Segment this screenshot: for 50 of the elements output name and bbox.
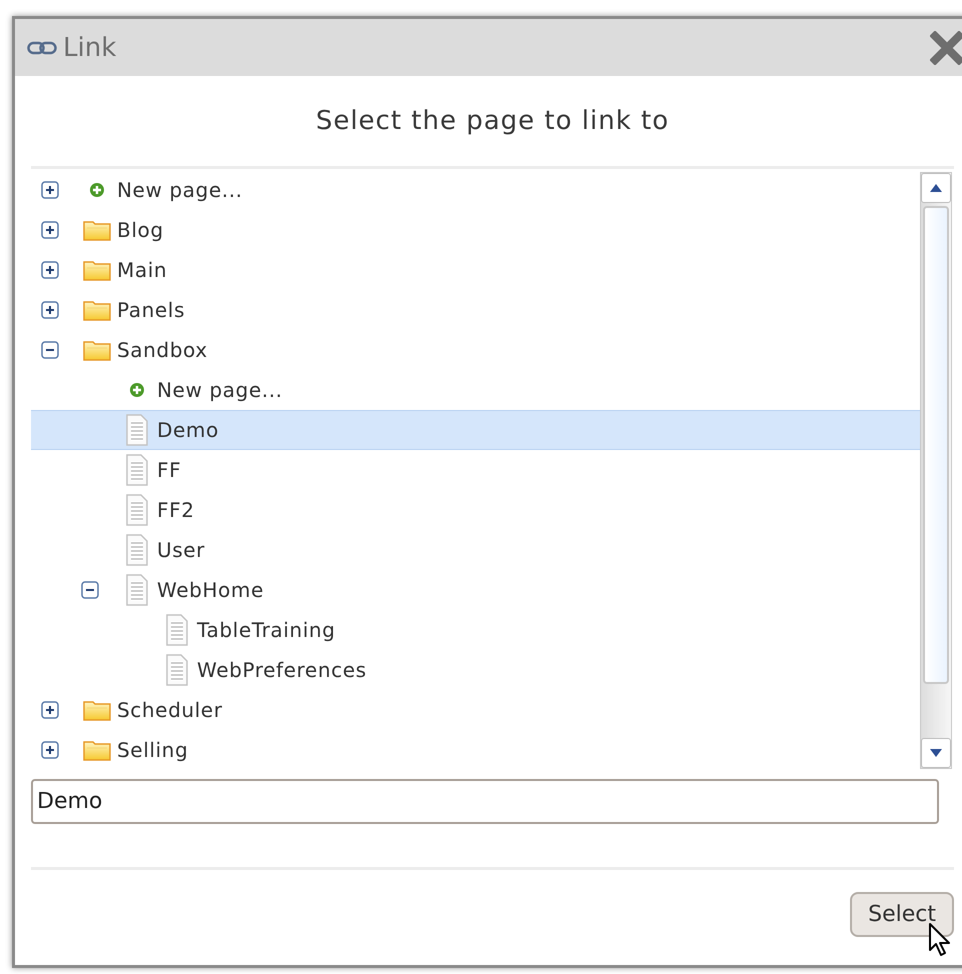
tree-item[interactable]: Main bbox=[31, 250, 920, 290]
scroll-up-button[interactable] bbox=[921, 173, 951, 203]
tree-item[interactable]: Panels bbox=[31, 290, 920, 330]
chain-link-icon bbox=[27, 40, 57, 54]
collapse-icon[interactable] bbox=[41, 341, 59, 359]
expand-icon[interactable] bbox=[41, 701, 59, 719]
folder-icon bbox=[83, 259, 111, 281]
folder-icon bbox=[83, 299, 111, 321]
add-page-icon bbox=[89, 182, 105, 198]
tree-item[interactable]: FF bbox=[31, 450, 920, 490]
document-icon bbox=[165, 654, 189, 686]
tree-item[interactable]: FF2 bbox=[31, 490, 920, 530]
page-name-field[interactable]: Demo bbox=[31, 779, 939, 824]
expand-icon[interactable] bbox=[41, 741, 59, 759]
collapse-icon[interactable] bbox=[81, 581, 99, 599]
mouse-pointer-icon bbox=[928, 922, 952, 958]
add-page-icon bbox=[129, 382, 145, 398]
tree-item[interactable]: Blog bbox=[31, 210, 920, 250]
dialog-heading: Select the page to link to bbox=[31, 76, 954, 169]
window-title: Link bbox=[63, 32, 116, 62]
select-button[interactable]: Select bbox=[850, 892, 954, 937]
folder-icon bbox=[83, 339, 111, 361]
folder-icon bbox=[83, 739, 111, 761]
document-icon bbox=[125, 534, 149, 566]
tree-item[interactable]: Sandbox bbox=[31, 330, 920, 370]
tree-item[interactable]: Scheduler bbox=[31, 690, 920, 730]
document-icon bbox=[125, 454, 149, 486]
tree-item[interactable]: WebPreferences bbox=[31, 650, 920, 690]
document-icon bbox=[125, 494, 149, 526]
tree-item[interactable]: New page... bbox=[31, 370, 920, 410]
tree-item[interactable]: User bbox=[31, 530, 920, 570]
document-icon bbox=[165, 614, 189, 646]
expand-icon[interactable] bbox=[41, 221, 59, 239]
scroll-down-button[interactable] bbox=[921, 738, 951, 768]
expand-icon[interactable] bbox=[41, 301, 59, 319]
folder-icon bbox=[83, 699, 111, 721]
tree-item[interactable]: Selling bbox=[31, 730, 920, 770]
down-arrow-icon bbox=[930, 749, 942, 757]
scrollbar[interactable] bbox=[920, 172, 952, 769]
expand-icon[interactable] bbox=[41, 261, 59, 279]
tree-item[interactable]: New page... bbox=[31, 170, 920, 210]
tree-item[interactable]: TableTraining bbox=[31, 610, 920, 650]
tree-item[interactable]: Demo bbox=[31, 410, 920, 450]
folder-icon bbox=[83, 219, 111, 241]
expand-icon[interactable] bbox=[41, 181, 59, 199]
tree-item[interactable]: WebHome bbox=[31, 570, 920, 610]
up-arrow-icon bbox=[930, 184, 942, 192]
close-icon[interactable] bbox=[930, 30, 962, 64]
document-icon bbox=[125, 574, 149, 606]
document-icon bbox=[125, 414, 149, 446]
